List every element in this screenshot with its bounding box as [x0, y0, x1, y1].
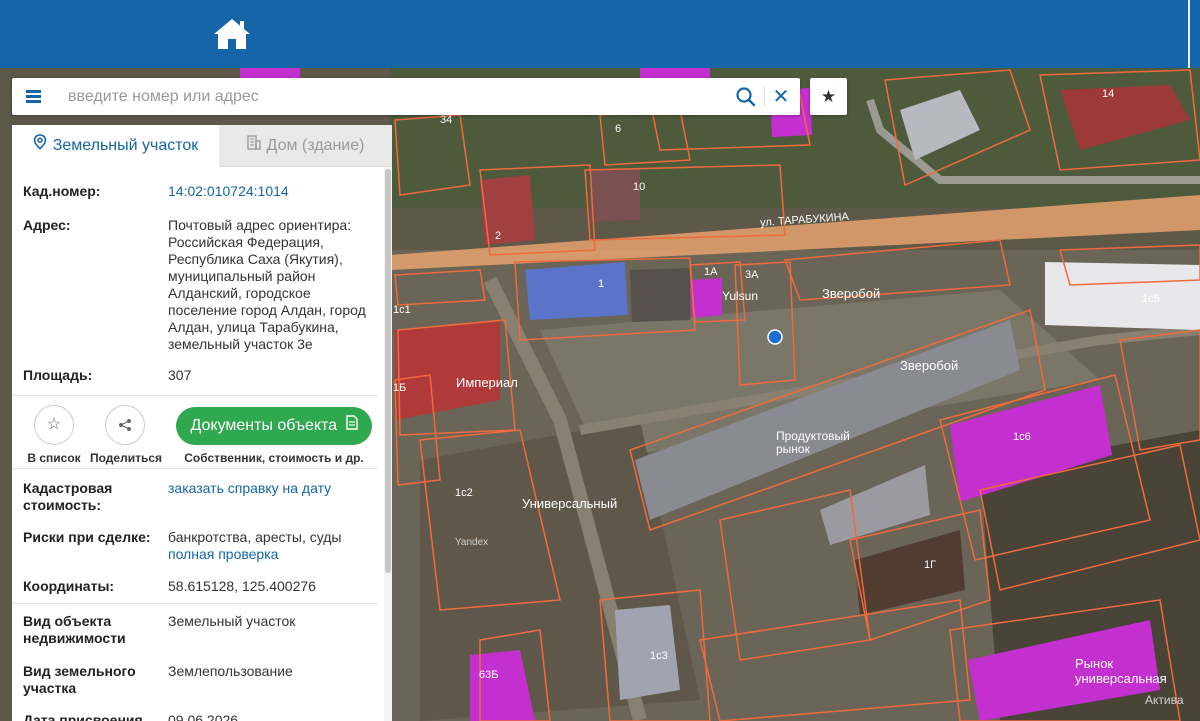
- street-label: ул. ТАРАБУКИНА: [759, 210, 850, 230]
- poi-label[interactable]: Универсальный: [522, 496, 617, 511]
- poi-label[interactable]: Зверобой: [900, 358, 958, 373]
- parcel-label: 14: [1102, 88, 1115, 100]
- date-assigned-label: Дата присвоения: [23, 712, 143, 721]
- menu-icon: [26, 90, 41, 93]
- parcel-label: 1с3: [650, 650, 668, 662]
- area-value: 307: [168, 367, 192, 383]
- address-label: Адрес:: [23, 217, 71, 233]
- parcel-label: 3А: [745, 269, 759, 281]
- document-icon: [345, 407, 358, 445]
- scrollbar-thumb[interactable]: [385, 169, 391, 573]
- activation-text: Актива: [1145, 693, 1184, 707]
- parcel-label: 1с1: [393, 304, 411, 316]
- parcel-label: 1с2: [455, 487, 473, 499]
- search-input[interactable]: [54, 78, 734, 115]
- home-icon[interactable]: [212, 16, 252, 52]
- area-label: Площадь:: [23, 367, 93, 383]
- object-documents-button[interactable]: Документы объекта: [176, 407, 372, 445]
- divider: [12, 603, 378, 604]
- favorites-star-icon[interactable]: ★: [810, 78, 847, 115]
- map-pin-icon: [33, 125, 47, 167]
- tab-label: Земельный участок: [52, 137, 199, 155]
- parcel-label: 34: [440, 114, 453, 126]
- risks-value: банкротства, аресты, суды полная проверк…: [168, 529, 342, 562]
- coords-label: Координаты:: [23, 578, 115, 594]
- share-button[interactable]: [105, 405, 145, 445]
- risks-label: Риски при сделке:: [23, 529, 151, 545]
- tab-label: Дом (здание): [266, 137, 365, 155]
- poi-label[interactable]: Yulsun: [722, 289, 758, 303]
- close-icon[interactable]: ✕: [770, 86, 792, 108]
- parcel-label: 63Б: [479, 669, 499, 681]
- object-type-value: Земельный участок: [168, 613, 296, 629]
- land-type-label: Вид земельного участка: [23, 663, 136, 696]
- cad-cost-label: Кадастровая стоимость:: [23, 480, 113, 513]
- parcel-label: 10: [633, 181, 646, 193]
- land-type-value: Землепользование: [168, 663, 293, 679]
- poi-label[interactable]: Зверобой: [822, 286, 880, 301]
- search-divider: [764, 87, 765, 107]
- top-bar-edge: [1188, 0, 1190, 68]
- cad-number-value[interactable]: 14:02:010724:1014: [168, 183, 368, 200]
- tab-land-plot[interactable]: Земельный участок: [12, 125, 219, 167]
- date-assigned-value: 09.06.2026: [168, 712, 239, 721]
- object-documents-subtitle: Собственник, стоимость и др.: [184, 451, 364, 465]
- parcel-label: 2: [495, 230, 502, 242]
- search-bar: ✕: [12, 78, 800, 115]
- add-to-list-label: В список: [27, 451, 81, 465]
- divider: [12, 395, 378, 396]
- parcel-label: 1с6: [1013, 431, 1031, 443]
- tab-building[interactable]: Дом (здание): [219, 125, 392, 167]
- parcel-label: 1с5: [1142, 293, 1160, 305]
- cad-number-link[interactable]: 14:02:010724:1014: [168, 183, 289, 199]
- star-outline-icon: ☆: [46, 416, 62, 433]
- top-bar: [0, 0, 1200, 68]
- cad-number-label: Кад.номер:: [23, 183, 101, 199]
- coords-value: 58.615128, 125.400276: [168, 578, 316, 594]
- info-panel: Земельный участок Дом (здание) Кад.номер…: [12, 125, 392, 721]
- menu-icon: [26, 95, 41, 98]
- share-label: Поделиться: [90, 451, 163, 465]
- tab-bar: Земельный участок Дом (здание): [12, 125, 392, 167]
- menu-icon: [26, 100, 41, 103]
- order-certificate-link[interactable]: заказать справку на дату: [168, 480, 331, 496]
- map-watermark: Yandex: [455, 537, 489, 548]
- building-icon: [246, 125, 261, 167]
- parcel-label: 1Б: [393, 382, 407, 394]
- add-to-list-button[interactable]: ☆: [34, 405, 74, 445]
- object-type-label: Вид объекта недвижимости: [23, 613, 126, 646]
- search-icon[interactable]: [734, 85, 758, 109]
- poi-label[interactable]: Империал: [456, 375, 518, 390]
- parcel-label: 6: [615, 123, 622, 135]
- panel-scrollbar[interactable]: [384, 167, 392, 721]
- cad-cost-value[interactable]: заказать справку на дату: [168, 480, 368, 497]
- divider: [12, 468, 378, 469]
- poi-label[interactable]: Продуктовый рынок: [776, 430, 866, 456]
- address-value: Почтовый адрес ориентира: Российская Фед…: [168, 217, 366, 352]
- full-check-link[interactable]: полная проверка: [168, 546, 278, 562]
- parcel-label: 1: [598, 278, 605, 290]
- parcel-label: 1А: [704, 266, 718, 278]
- actions-block: ☆ В список Поделиться Документы объекта: [12, 399, 378, 474]
- poi-label[interactable]: Рынок универсальная: [1075, 656, 1175, 686]
- share-icon: [119, 419, 131, 431]
- parcel-label: 1Г: [924, 559, 937, 571]
- menu-button[interactable]: [12, 78, 54, 115]
